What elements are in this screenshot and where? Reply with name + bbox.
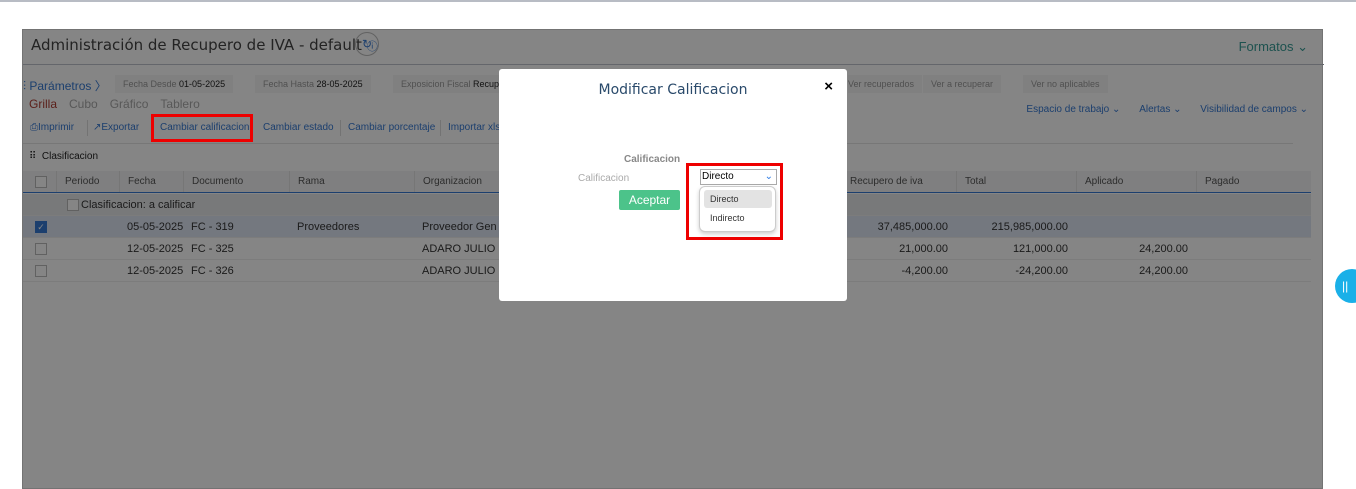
side-panel-toggle[interactable]: ||	[1335, 269, 1356, 303]
calificacion-label: Calificacion	[578, 173, 630, 184]
cambiar-estado-button[interactable]: Cambiar estado	[263, 122, 334, 133]
section-label: Calificacion	[624, 154, 681, 165]
option-directo[interactable]: Directo	[704, 190, 772, 208]
cell-documento[interactable]: FC - 325	[183, 238, 289, 259]
cell-organizacion: Proveedor Gen	[422, 221, 497, 233]
cell-rama	[289, 260, 414, 281]
divider	[87, 120, 88, 136]
page-title: Administración de Recupero de IVA - defa…	[31, 36, 378, 54]
tab-grilla[interactable]: Grilla	[29, 97, 57, 111]
title-text: Administración de Recupero de IVA - defa…	[31, 36, 362, 54]
imprimir-label: Imprimir	[38, 122, 75, 133]
cell-pagado	[1196, 260, 1311, 281]
imprimir-button[interactable]: ⎙Imprimir	[30, 122, 74, 133]
fecha-desde-filter[interactable]: Fecha Desde 01-05-2025	[115, 75, 234, 93]
cell-recupero: -4,200.00	[901, 265, 948, 277]
fecha-hasta-value: 28-05-2025	[316, 79, 363, 89]
ver-a-recuperar-button[interactable]: Ver a recuperar	[923, 75, 1002, 93]
group-label: Clasificacion: a calificar	[81, 199, 196, 211]
ver-recuperados-button[interactable]: Ver recuperados	[848, 75, 923, 93]
alertas-dropdown[interactable]: Alertas ⌄	[1131, 104, 1181, 115]
visibilidad-dropdown[interactable]: Visibilidad de campos ⌄	[1192, 104, 1308, 115]
col-rama[interactable]: Rama	[289, 171, 414, 192]
visibilidad-label: Visibilidad de campos	[1200, 104, 1297, 115]
close-icon[interactable]: ×	[824, 78, 833, 95]
cell-recupero: 37,485,000.00	[877, 221, 948, 233]
cell-documento[interactable]: FC - 326	[183, 260, 289, 281]
tab-cubo[interactable]: Cubo	[69, 97, 98, 111]
chevron-down-icon: ⌄	[764, 171, 773, 182]
aceptar-button[interactable]: Aceptar	[619, 190, 680, 210]
cell-total: 215,985,000.00	[991, 221, 1068, 233]
cell-rama: Proveedores	[297, 221, 360, 233]
exportar-button[interactable]: ↗Exportar	[93, 122, 139, 133]
divider	[340, 120, 341, 136]
col-documento[interactable]: Documento	[183, 171, 289, 192]
col-aplicado[interactable]: Aplicado	[1076, 171, 1196, 192]
exposicion-filter[interactable]: Exposicion Fiscal Recupe	[393, 75, 513, 93]
cell-organizacion: ADARO JULIO	[422, 243, 496, 255]
grouping-chip[interactable]: Clasificacion	[42, 151, 98, 162]
cell-aplicado: 24,200.00	[1139, 265, 1188, 277]
grid-icon: ⠿	[29, 151, 37, 162]
view-tabs: Grilla Cubo Gráfico Tablero	[29, 97, 212, 111]
cell-fecha: 05-05-2025	[127, 221, 183, 233]
cambiar-calificacion-button[interactable]: Cambiar calificacion	[160, 122, 249, 133]
exposicion-label: Exposicion Fiscal	[401, 79, 471, 89]
parametros-button[interactable]: ⫶ Parámetros 〉	[23, 77, 107, 94]
printer-icon: ⎙	[30, 122, 38, 133]
option-indirecto[interactable]: Indirecto	[704, 209, 772, 227]
cell-aplicado	[1076, 216, 1196, 237]
col-fecha[interactable]: Fecha	[119, 171, 183, 192]
col-periodo[interactable]: Periodo	[56, 171, 119, 192]
row-checkbox[interactable]	[35, 243, 47, 255]
calificacion-dropdown: Directo Indirecto	[699, 186, 776, 232]
exportar-label: Exportar	[101, 122, 140, 133]
modificar-calificacion-modal: Modificar Calificacion × Calificacion Ca…	[499, 69, 847, 301]
divider	[440, 120, 441, 136]
row-checkbox[interactable]: ✓	[35, 221, 47, 233]
cell-total: -24,200.00	[1015, 265, 1068, 277]
top-border	[0, 0, 1356, 2]
importar-xls-button[interactable]: Importar xls	[448, 122, 500, 133]
calificacion-select[interactable]: Directo ⌄	[700, 169, 777, 185]
select-all-checkbox[interactable]	[35, 176, 47, 188]
espacio-dropdown[interactable]: Espacio de trabajo ⌄	[1018, 104, 1120, 115]
col-pagado[interactable]: Pagado	[1196, 171, 1311, 192]
divider	[23, 64, 1324, 65]
cell-recupero: 21,000.00	[899, 243, 948, 255]
right-links: Espacio de trabajo ⌄ Alertas ⌄ Visibilid…	[1010, 104, 1308, 115]
modal-title: Modificar Calificacion	[598, 82, 748, 98]
selected-value: Directo	[702, 171, 734, 182]
fecha-desde-label: Fecha Desde	[123, 79, 177, 89]
formatos-label: Formatos	[1238, 39, 1294, 54]
tab-tablero[interactable]: Tablero	[160, 97, 199, 111]
cell-documento[interactable]: FC - 319	[183, 216, 289, 237]
espacio-label: Espacio de trabajo	[1026, 104, 1110, 115]
formatos-dropdown[interactable]: Formatos ⌄	[1239, 39, 1308, 55]
cell-organizacion: ADARO JULIO	[422, 265, 496, 277]
fecha-hasta-label: Fecha Hasta	[263, 79, 315, 89]
cell-aplicado: 24,200.00	[1139, 243, 1188, 255]
cell-rama	[289, 238, 414, 259]
cell-pagado	[1196, 216, 1311, 237]
alertas-label: Alertas	[1139, 104, 1171, 115]
col-total[interactable]: Total	[956, 171, 1076, 192]
cambiar-porcentaje-button[interactable]: Cambiar porcentaje	[348, 122, 435, 133]
tab-grafico[interactable]: Gráfico	[110, 97, 149, 111]
row-checkbox[interactable]	[35, 265, 47, 277]
cell-total: 121,000.00	[1012, 243, 1068, 255]
fecha-desde-value: 01-05-2025	[179, 79, 226, 89]
fecha-hasta-filter[interactable]: Fecha Hasta 28-05-2025	[255, 75, 371, 93]
refresh-icon[interactable]: ↻	[355, 32, 379, 56]
ver-no-aplicables-button[interactable]: Ver no aplicables	[1023, 75, 1108, 93]
cell-fecha: 12-05-2025	[127, 265, 183, 277]
cell-fecha: 12-05-2025	[127, 243, 183, 255]
grouping-bar: ⠿ Clasificacion	[29, 151, 98, 162]
cell-pagado	[1196, 238, 1311, 259]
parametros-label: Parámetros	[29, 79, 92, 93]
col-organizacion[interactable]: Organizacion	[414, 171, 500, 192]
col-recupero[interactable]: Recupero de iva	[849, 171, 956, 192]
